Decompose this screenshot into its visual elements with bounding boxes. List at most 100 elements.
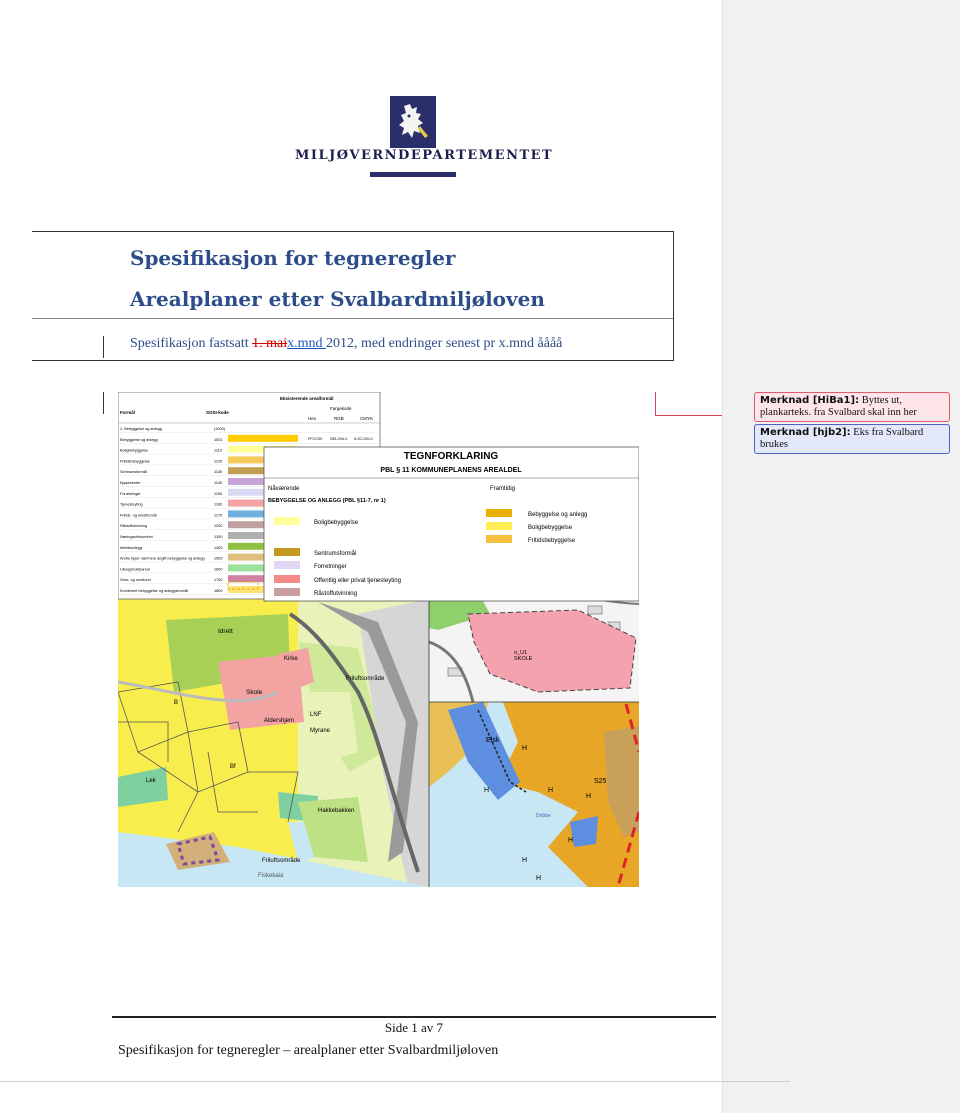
legend-swatch	[274, 588, 300, 596]
legend-row-label: Kjøpesenter	[120, 481, 141, 485]
map-label: Lek	[146, 778, 157, 784]
change-bar	[103, 392, 104, 414]
legend-col-label: Fargekode	[330, 406, 352, 411]
page-number: Side 1 av 7	[384, 1020, 444, 1035]
document-title: Spesifikasjon for tegneregler	[130, 246, 456, 270]
legend-row-label: Uteoppholdsareal	[120, 567, 150, 571]
map-label: B	[174, 700, 178, 706]
coat-of-arms-icon	[390, 96, 436, 148]
ministry-name: MILJØVERNDEPARTEMENTET	[295, 148, 554, 163]
legend-row-label: Fritids- og turistformål	[120, 513, 157, 517]
legend-row-label: Idrettsanlegg	[120, 546, 142, 550]
legend-swatch	[486, 522, 512, 530]
legend-row-label: Andre typer nærmere angitt bebyggelse og…	[120, 557, 205, 561]
legend-row-label: Sentrumsformål	[120, 470, 147, 474]
legend-swatch	[486, 535, 512, 543]
legend-row-code: 1130	[214, 470, 222, 474]
legend-col-label: SOSI-kode	[206, 410, 229, 415]
legend-row-label: 1. Bebyggelse og anlegg	[120, 427, 162, 431]
map-label: Hakkebakken	[318, 808, 354, 814]
footer-divider	[112, 1016, 716, 1018]
zoning-map-cabins: Elsk H H H S25 H H H H Dobbe	[429, 702, 639, 887]
subtitle-suffix: 2012, med endringer senest pr x.mnd åååå	[326, 336, 563, 351]
map-label: H	[568, 837, 573, 844]
legend-row-code: 1200	[214, 524, 222, 528]
map-label: Friluftsområde	[262, 857, 301, 864]
tracked-insertion[interactable]: x.mnd	[287, 336, 326, 351]
ministry-logo: MILJØVERNDEPARTEMENTET	[295, 92, 554, 182]
legend-row-code: 1700	[214, 578, 222, 582]
legend-row-code: 1600	[214, 567, 222, 571]
legend-value: FFCC00	[308, 437, 322, 441]
legend-value: 0-20-100-0	[354, 437, 373, 441]
legend-row-label: Råstoffutvinning	[120, 524, 147, 528]
map-label: H	[536, 875, 541, 882]
legend-row-label: Grav- og urnelund	[120, 578, 151, 582]
document-subtitle: Arealplaner etter Svalbardmiljøloven	[130, 287, 545, 311]
comment-author: Merknad [hjb2]:	[760, 427, 851, 438]
legend-item-label: Offentlig eller privat tjenesteyting	[314, 578, 401, 584]
map-label: H	[586, 793, 591, 800]
title-block: Spesifikasjon for tegneregler Arealplane…	[32, 231, 674, 361]
specification-date-line[interactable]: Spesifikasjon fastsatt 1. maix.mnd 2012,…	[130, 336, 562, 352]
map-label: Skole	[246, 689, 263, 696]
document-page: MILJØVERNDEPARTEMENTET Spesifikasjon for…	[0, 0, 722, 1113]
legend-col-label: CMYK	[360, 416, 373, 421]
legend-swatch	[274, 561, 300, 569]
legend-item-label: Boligbebyggelse	[314, 520, 359, 526]
legend-row-code: 1120	[214, 459, 222, 463]
legend-row-code: 1150	[214, 492, 222, 496]
legend-col-label: RGB	[334, 416, 344, 421]
legend-row-code: 1140	[214, 481, 222, 485]
map-label: Friluftsområde	[346, 675, 385, 682]
legend-item-label: Forretninger	[314, 564, 347, 570]
legend-row-code: 1001	[214, 438, 222, 442]
page-bottom-edge	[0, 1081, 790, 1082]
legend-row-code: 1170	[214, 513, 222, 517]
comment-balloon[interactable]: Merknad [HiBa1]: Byttes ut, plankarteks.…	[754, 392, 950, 422]
legend-row-label: Fritidsbebyggelse	[120, 459, 150, 463]
legend-row-code: 1160	[214, 503, 222, 507]
map-label: H	[548, 787, 553, 794]
legend-item-label: Fritidsbebyggelse	[528, 538, 576, 544]
map-label: Kirke	[284, 656, 298, 662]
comment-connector	[655, 392, 656, 416]
title-divider	[32, 318, 673, 319]
map-label: Bf	[230, 764, 236, 770]
legend-swatch	[274, 575, 300, 583]
legend-swatch	[274, 517, 300, 525]
map-label: S25	[594, 778, 607, 785]
change-bar	[103, 336, 104, 358]
subtitle-prefix: Spesifikasjon fastsatt	[130, 336, 253, 351]
legend-row-label: Kombinert bebyggelse og anleggsformål	[120, 589, 188, 593]
tegnforklaring-legend: TEGNFORKLARING PBL § 11 KOMMUNEPLANENS A…	[263, 446, 639, 602]
legend-item-label: Bebyggelse og anlegg	[528, 512, 587, 518]
comment-author: Merknad [HiBa1]:	[760, 395, 860, 406]
legend-swatch	[228, 434, 298, 442]
map-label: H	[522, 857, 527, 864]
legend-row-label: Tjenesteyting	[120, 503, 143, 507]
map-label: LNF	[310, 712, 322, 718]
map-label: Idrett	[218, 628, 233, 635]
legend-row-code: 1300	[214, 535, 222, 539]
tracked-deletion[interactable]: 1. mai	[252, 336, 287, 351]
footer-title: Spesifikasjon for tegneregler – arealpla…	[118, 1043, 499, 1058]
legend-swatch	[486, 509, 512, 517]
legend-item-label: Råstoffutvinning	[314, 590, 357, 597]
legend-row-label: Boligbebyggelse	[120, 449, 148, 453]
legend-table-header: Eksisterende arealformål	[280, 395, 334, 401]
map-label: Dobbe	[536, 813, 551, 819]
legend-col-left: Nåværende	[268, 485, 300, 492]
legend-row-code: 1400	[214, 546, 222, 550]
map-label: Myrane	[310, 728, 331, 734]
map-label: Fiskekaia	[258, 873, 284, 879]
legend-col-label: Hex	[308, 416, 317, 421]
land-use-map-figure[interactable]: Idrett Skole Kirke LNF Friluftsområde Al…	[118, 392, 639, 887]
legend-row-label: Bebyggelse og anlegg	[120, 438, 158, 442]
legend-value: 255-204-0	[330, 437, 347, 441]
legend-title: TEGNFORKLARING	[404, 451, 499, 462]
map-label: Aldershjem	[264, 718, 294, 724]
legend-section: BEBYGGELSE OG ANLEGG (PBL §11-7, nr 1)	[268, 498, 386, 504]
comment-balloon[interactable]: Merknad [hjb2]: Eks fra Svalbard brukes	[754, 424, 950, 454]
legend-row-code: (1000)	[214, 427, 226, 431]
